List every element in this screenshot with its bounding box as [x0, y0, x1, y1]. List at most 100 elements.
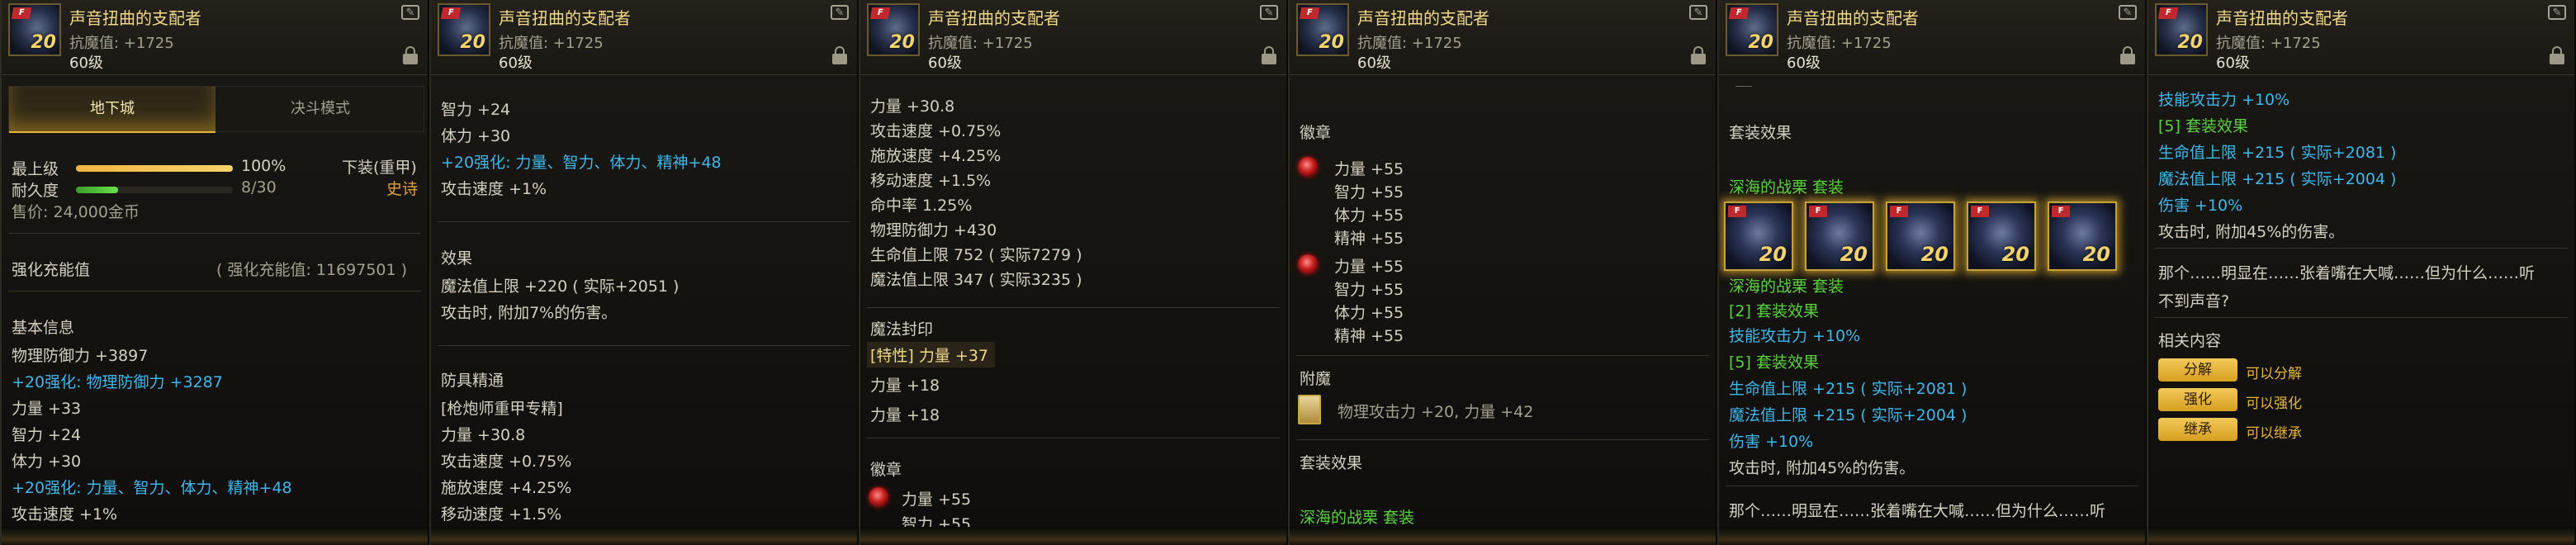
disassemble-label: 可以分解 [2246, 366, 2302, 382]
item-icon: F 20 [1726, 3, 1778, 56]
basic-info-title: 基本信息 [12, 319, 75, 337]
resist-value: 抗魔值: +1725 [499, 35, 604, 52]
reinforce-label: 强化充能值 [12, 261, 91, 279]
inherit-label: 可以继承 [2246, 425, 2302, 442]
item-header: F 20 声音扭曲的支配者 抗魔值: +1725 60级 ✎ [860, 0, 1286, 75]
lock-icon[interactable] [2120, 46, 2135, 64]
lock-icon[interactable] [1262, 46, 1276, 64]
set-item-icon[interactable]: F 20 [1805, 201, 1874, 271]
lock-icon[interactable] [1691, 46, 1706, 64]
resist-value: 抗魔值: +1725 [69, 35, 174, 52]
tooltip-panel-4: F 20 声音扭曲的支配者 抗魔值: +1725 60级 ✎ 徽章 力量 +55 … [1288, 0, 1717, 545]
icon-level: 20 [2177, 32, 2203, 53]
stat-line: 力量 +30.8 [870, 97, 955, 116]
effect-title: 效果 [441, 249, 473, 268]
edit-icon[interactable]: ✎ [2119, 5, 2137, 20]
item-header: F 20 声音扭曲的支配者 抗魔值: +1725 60级 ✎ [431, 0, 857, 75]
icon-level: 20 [1920, 243, 1949, 266]
stat-line: 力量 +33 [12, 400, 82, 418]
item-name: 声音扭曲的支配者 [1787, 8, 1919, 28]
emblem-line: 精神 +55 [1334, 327, 1404, 345]
stat-line: 攻击速度 +0.75% [870, 122, 1002, 140]
item-header: F 20 声音扭曲的支配者 抗魔值: +1725 60级 ✎ [2148, 0, 2574, 75]
tooltip-panel-5: F 20 声音扭曲的支配者 抗魔值: +1725 60级 ✎ 套装效果 深海的战栗… [1717, 0, 2147, 545]
lock-icon[interactable] [2550, 46, 2564, 64]
edit-icon[interactable]: ✎ [1260, 5, 1278, 20]
item-name: 声音扭曲的支配者 [499, 8, 631, 28]
disassemble-button[interactable]: 分解 [2158, 358, 2237, 382]
resist-value: 抗魔值: +1725 [928, 35, 1033, 52]
stat-line: 体力 +30 [441, 127, 511, 145]
max-level-value: 100% [241, 157, 286, 175]
stat-line: +20强化: 力量、智力、体力、精神+48 [441, 154, 722, 172]
icon-level: 20 [1748, 32, 1773, 53]
edit-icon[interactable]: ✎ [831, 5, 849, 20]
set-bonus-line: 生命值上限 +215 ( 实际+2081 ) [1729, 380, 1968, 398]
seal-line: 力量 +18 [870, 377, 940, 395]
lock-icon[interactable] [403, 46, 418, 64]
stat-line: 攻击速度 +1% [12, 505, 118, 524]
item-icon: F 20 [8, 3, 61, 56]
icon-tag: F [2157, 7, 2179, 19]
edit-icon[interactable]: ✎ [2548, 5, 2566, 20]
icon-level: 20 [1840, 243, 1868, 266]
seal-line: 力量 +18 [870, 406, 940, 424]
icon-level: 20 [460, 32, 485, 53]
emblem-title: 徽章 [870, 461, 902, 479]
stat-line: 体力 +30 [12, 453, 82, 471]
item-header: F 20 声音扭曲的支配者 抗魔值: +1725 60级 ✎ [2, 0, 428, 75]
item-level: 60级 [499, 54, 533, 72]
divider [2155, 317, 2568, 318]
sale-price: 售价: 24,000金币 [12, 203, 140, 221]
icon-tag: F [1728, 206, 1746, 217]
icon-tag: F [1971, 206, 1989, 217]
set-bonus-line: 技能攻击力 +10% [2158, 91, 2290, 109]
reinforce-label: 可以强化 [2246, 396, 2302, 412]
stat-line: 生命值上限 752 ( 实际7279 ) [870, 246, 1082, 264]
item-name: 声音扭曲的支配者 [1357, 8, 1489, 28]
set-name: 深海的战栗 套装 [1729, 277, 1844, 296]
lock-icon[interactable] [832, 46, 847, 64]
icon-tag: F [11, 7, 32, 19]
item-icon: F 20 [867, 3, 920, 56]
stat-line: +20强化: 力量、智力、体力、精神+48 [12, 479, 292, 497]
stat-line: +20强化: 物理防御力 +3287 [12, 373, 223, 391]
durability-label: 耐久度 [12, 182, 59, 200]
stat-line: 物理防御力 +430 [870, 221, 997, 239]
durability-value: 8/30 [241, 178, 277, 197]
edit-icon[interactable]: ✎ [401, 5, 419, 20]
item-name: 声音扭曲的支配者 [928, 8, 1060, 28]
tooltip-strip: F 20 声音扭曲的支配者 抗魔值: +1725 60级 ✎ 地下城 决斗模式 最… [0, 0, 2576, 545]
set-items-row: F 20 F 20 F 20 F 20 F 20 [1724, 201, 2124, 271]
icon-level: 20 [1319, 32, 1344, 53]
stat-line: 移动速度 +1.5% [870, 172, 992, 190]
item-name: 声音扭曲的支配者 [2216, 8, 2348, 28]
item-level: 60级 [928, 54, 962, 72]
divider [1296, 439, 1709, 440]
enchant-title: 附魔 [1300, 370, 1332, 388]
emblem-gem-icon [869, 487, 888, 507]
tab-duel[interactable]: 决斗模式 [217, 87, 424, 131]
stat-line: 物理防御力 +3897 [12, 347, 149, 365]
set-item-icon[interactable]: F 20 [2048, 201, 2117, 271]
emblem-gem-icon [1298, 254, 1318, 274]
emblem-line: 力量 +55 [1334, 160, 1404, 178]
reinforce-button[interactable]: 强化 [2158, 388, 2237, 411]
set-item-icon[interactable]: F 20 [1724, 201, 1793, 271]
item-header: F 20 声音扭曲的支配者 抗魔值: +1725 60级 ✎ [1719, 0, 2145, 75]
item-level: 60级 [69, 54, 103, 72]
set-bonus-title: [5] 套装效果 [2158, 117, 2248, 135]
set-item-icon[interactable]: F 20 [1967, 201, 2036, 271]
effect-line: 攻击时, 附加7%的伤害。 [441, 304, 618, 322]
set-bonus-title: [2] 套装效果 [1729, 302, 1819, 320]
item-level: 60级 [1787, 54, 1821, 72]
armor-line: 力量 +30.8 [441, 426, 526, 444]
set-item-icon[interactable]: F 20 [1886, 201, 1955, 271]
stat-line: 智力 +24 [12, 426, 82, 444]
durability-bar [76, 187, 233, 193]
reinforce-value: ( 强化充能值: 11697501 ) [216, 261, 408, 279]
tab-dungeon[interactable]: 地下城 [9, 87, 215, 133]
inherit-button[interactable]: 继承 [2158, 418, 2237, 441]
edit-icon[interactable]: ✎ [1689, 5, 1707, 20]
divider [1735, 86, 1752, 87]
